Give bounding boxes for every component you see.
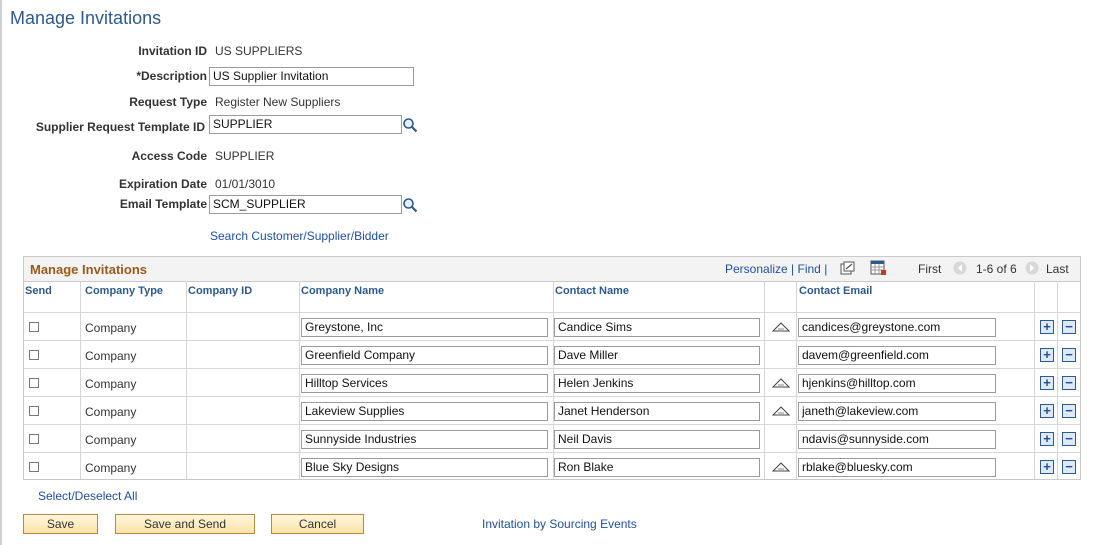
- table-row: Company Greenfield Company Dave Miller dave…: [24, 340, 1080, 369]
- template-lookup-icon[interactable]: [402, 117, 418, 133]
- select-deselect-all-link[interactable]: Select/Deselect All: [38, 489, 137, 503]
- invitation-id-label: Invitation ID: [138, 44, 207, 58]
- col-company-type[interactable]: Company Type: [85, 285, 163, 297]
- previous-arrow-icon[interactable]: [953, 261, 967, 275]
- email-template-input[interactable]: SCM_SUPPLIER: [209, 195, 402, 214]
- delete-row-button[interactable]: −: [1062, 404, 1076, 418]
- company-name-input[interactable]: Sunnyside Industries: [301, 430, 548, 449]
- access-code-label: Access Code: [131, 149, 207, 163]
- expiration-date-label: Expiration Date: [118, 177, 207, 191]
- add-row-button[interactable]: +: [1040, 320, 1054, 334]
- table-row: Company Greystone, Inc Candice Sims candice…: [24, 312, 1080, 341]
- view-all-icon[interactable]: [840, 261, 855, 275]
- contact-email-input[interactable]: ndavis@sunnyside.com: [798, 430, 996, 449]
- contact-name-input[interactable]: Neil Davis: [554, 430, 760, 449]
- description-input[interactable]: US Supplier Invitation: [209, 67, 414, 86]
- contact-email-input[interactable]: davem@greenfield.com: [798, 346, 996, 365]
- address-book-icon[interactable]: [772, 461, 790, 473]
- send-checkbox[interactable]: [29, 406, 39, 416]
- delete-row-button[interactable]: −: [1062, 348, 1076, 362]
- company-type-cell: Company: [85, 433, 137, 447]
- contact-name-input[interactable]: Ron Blake: [554, 458, 760, 477]
- request-type-label: Request Type: [129, 95, 207, 109]
- company-name-input[interactable]: Lakeview Supplies: [301, 402, 548, 421]
- access-code-value: SUPPLIER: [215, 149, 275, 163]
- col-send[interactable]: Send: [25, 285, 52, 297]
- col-contact-email[interactable]: Contact Email: [799, 285, 872, 297]
- col-company-id[interactable]: Company ID: [188, 285, 252, 297]
- table-row: Company Sunnyside Industries Neil Davis nda…: [24, 424, 1080, 453]
- company-type-cell: Company: [85, 321, 137, 335]
- col-company-name[interactable]: Company Name: [301, 285, 384, 297]
- delete-row-button[interactable]: −: [1062, 320, 1076, 334]
- delete-row-button[interactable]: −: [1062, 432, 1076, 446]
- next-arrow-icon[interactable]: [1025, 261, 1039, 275]
- expiration-date-value: 01/01/3010: [215, 177, 276, 191]
- table-row: Company Blue Sky Designs Ron Blake rblake@b…: [24, 452, 1080, 481]
- contact-name-input[interactable]: Helen Jenkins: [554, 374, 760, 393]
- email-template-lookup-icon[interactable]: [402, 197, 418, 213]
- send-checkbox[interactable]: [29, 434, 39, 444]
- cancel-button[interactable]: Cancel: [271, 514, 364, 534]
- template-id-label: Supplier Request Template ID: [35, 120, 205, 134]
- contact-name-input[interactable]: Dave Miller: [554, 346, 760, 365]
- add-row-button[interactable]: +: [1040, 376, 1054, 390]
- nav-separator: |: [824, 262, 828, 276]
- invitations-grid: Manage Invitations Personalize | Find | …: [23, 256, 1081, 480]
- invitation-by-sourcing-link[interactable]: Invitation by Sourcing Events: [482, 517, 637, 531]
- contact-email-input[interactable]: rblake@bluesky.com: [798, 458, 996, 477]
- contact-name-input[interactable]: Candice Sims: [554, 318, 760, 337]
- company-type-cell: Company: [85, 349, 137, 363]
- find-link[interactable]: Find: [798, 262, 821, 276]
- address-book-icon[interactable]: [772, 321, 790, 333]
- delete-row-button[interactable]: −: [1062, 460, 1076, 474]
- contact-email-input[interactable]: janeth@lakeview.com: [798, 402, 996, 421]
- invitation-id-value: US SUPPLIERS: [215, 44, 303, 58]
- template-id-input[interactable]: SUPPLIER: [209, 115, 402, 134]
- send-checkbox[interactable]: [29, 322, 39, 332]
- grid-nav: Personalize | Find |: [725, 262, 827, 276]
- address-book-icon[interactable]: [772, 377, 790, 389]
- grid-title: Manage Invitations: [30, 262, 148, 277]
- delete-row-button[interactable]: −: [1062, 376, 1076, 390]
- first-label: First: [918, 262, 942, 276]
- page-title: Manage Invitations: [10, 8, 162, 28]
- send-checkbox[interactable]: [29, 462, 39, 472]
- add-row-button[interactable]: +: [1040, 432, 1054, 446]
- company-type-cell: Company: [85, 461, 137, 475]
- add-row-button[interactable]: +: [1040, 460, 1054, 474]
- contact-email-input[interactable]: candices@greystone.com: [798, 318, 996, 337]
- request-type-value: Register New Suppliers: [215, 95, 341, 109]
- contact-name-input[interactable]: Janet Henderson: [554, 402, 760, 421]
- add-row-button[interactable]: +: [1040, 348, 1054, 362]
- table-row: Company Lakeview Supplies Janet Henderson j…: [24, 396, 1080, 425]
- grid-header-bar: Manage Invitations Personalize | Find | …: [24, 257, 1080, 282]
- save-and-send-button[interactable]: Save and Send: [115, 514, 255, 534]
- address-book-icon[interactable]: [772, 405, 790, 417]
- send-checkbox[interactable]: [29, 378, 39, 388]
- row-range: 1-6 of 6: [976, 262, 1017, 276]
- personalize-link[interactable]: Personalize: [725, 262, 788, 276]
- table-row: Company Hilltop Services Helen Jenkins hjen…: [24, 368, 1080, 397]
- save-button[interactable]: Save: [23, 514, 98, 534]
- last-label: Last: [1046, 262, 1069, 276]
- company-name-input[interactable]: Greystone, Inc: [301, 318, 548, 337]
- grid-download-icon[interactable]: [870, 260, 887, 276]
- company-type-cell: Company: [85, 405, 137, 419]
- description-label: *Description: [136, 69, 207, 83]
- company-name-input[interactable]: Blue Sky Designs: [301, 458, 548, 477]
- add-row-button[interactable]: +: [1040, 404, 1054, 418]
- contact-email-input[interactable]: hjenkins@hilltop.com: [798, 374, 996, 393]
- company-name-input[interactable]: Hilltop Services: [301, 374, 548, 393]
- company-name-input[interactable]: Greenfield Company: [301, 346, 548, 365]
- col-contact-name[interactable]: Contact Name: [555, 285, 629, 297]
- search-customer-link[interactable]: Search Customer/Supplier/Bidder: [210, 229, 389, 243]
- company-type-cell: Company: [85, 377, 137, 391]
- send-checkbox[interactable]: [29, 350, 39, 360]
- email-template-label: Email Template: [119, 197, 207, 211]
- left-border: [0, 0, 2, 545]
